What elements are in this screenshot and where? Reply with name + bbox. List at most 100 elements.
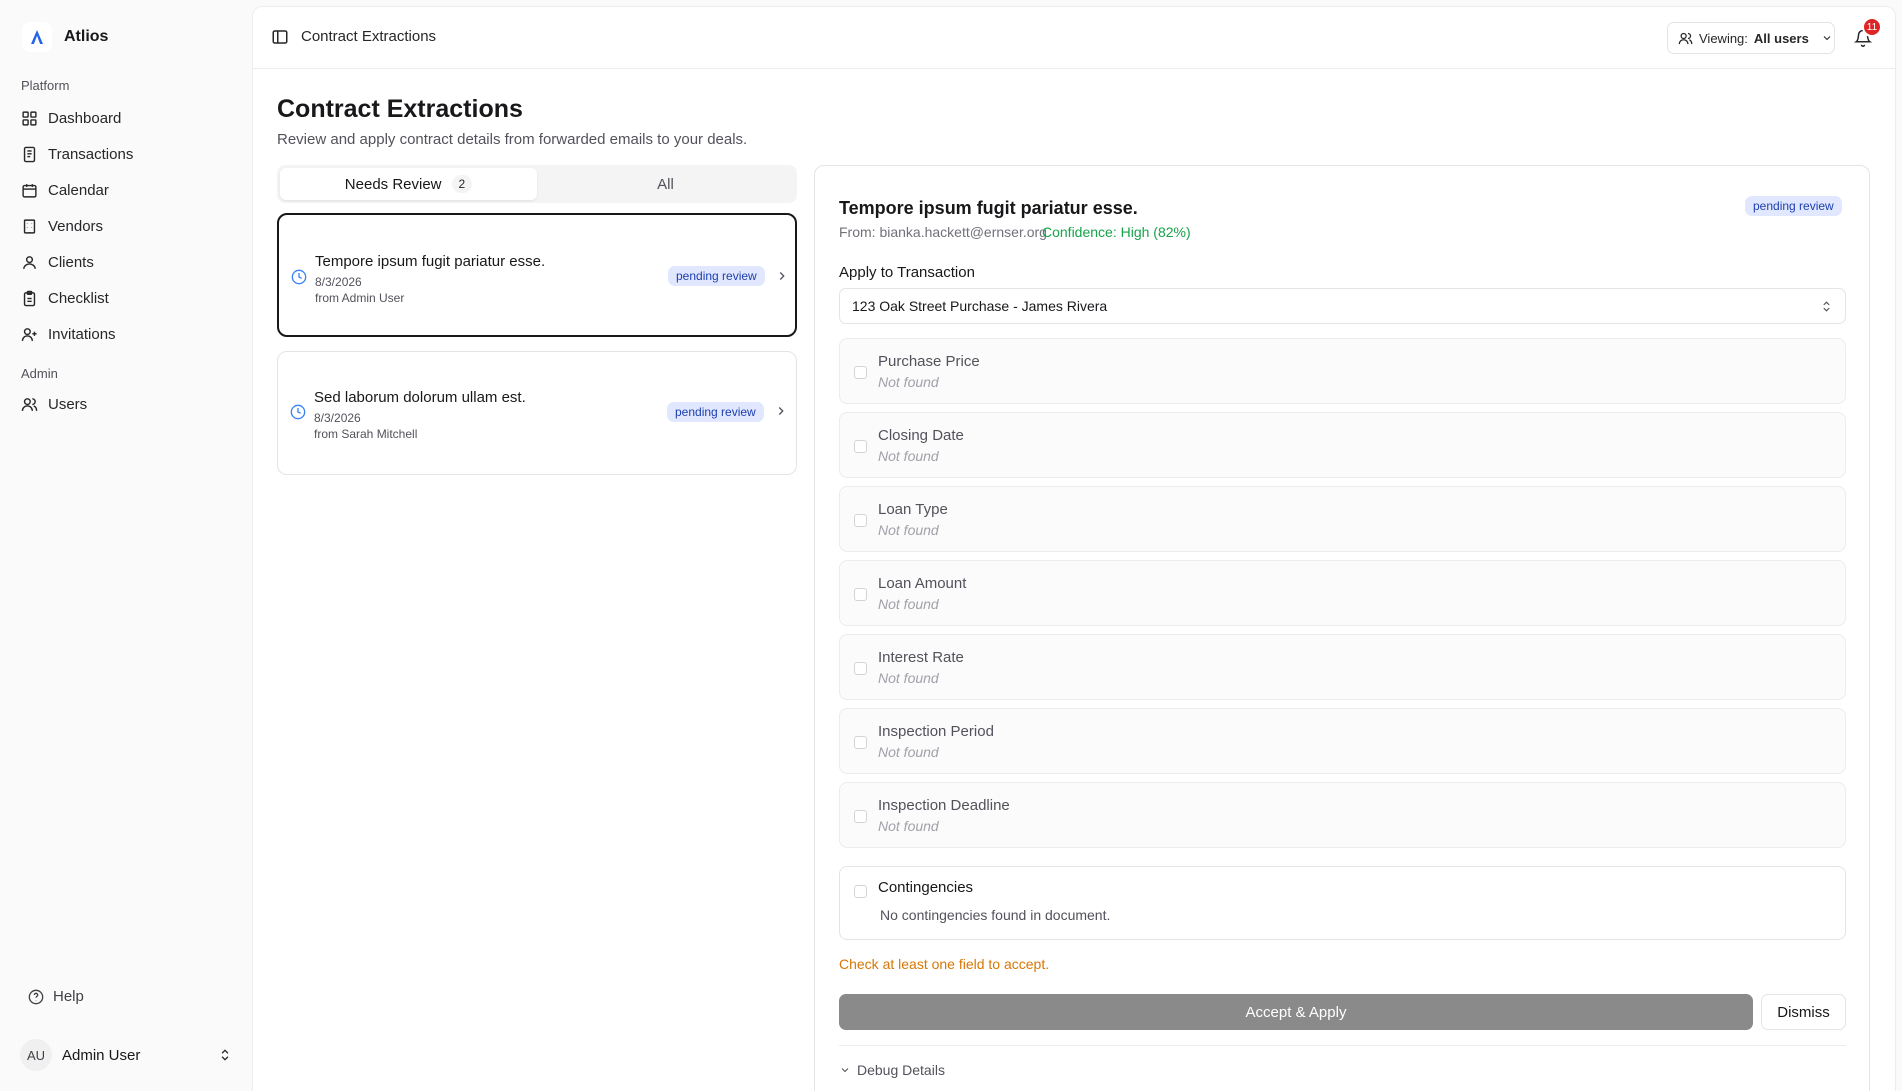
sidebar-item-label: Vendors [48,217,104,235]
chevron-right-icon [778,407,784,415]
page-title: Contract Extractions [277,95,523,123]
detail-title: Tempore ipsum fugit pariatur esse. [839,198,1138,218]
user-menu[interactable]: AU Admin User [20,1038,232,1072]
transaction-select-value: 123 Oak Street Purchase - James Rivera [852,298,1108,314]
brand-name: Atlios [64,28,109,45]
dashboard-icon [22,110,37,126]
tab-label: Needs Review [344,175,442,193]
dismiss-button[interactable]: Dismiss [1761,994,1846,1030]
clipboard-icon [23,290,36,306]
contingencies-label: Contingencies [878,879,974,896]
field-value: Not found [878,670,939,686]
help-link[interactable]: Help [28,988,84,1005]
user-name: Admin User [62,1046,141,1064]
contingencies-checkbox[interactable] [854,885,867,898]
detail-from: From: bianka.hackett@ernser.org [839,224,1047,240]
chevrons-up-down-icon [1823,301,1830,312]
validation-warning: Check at least one field to accept. [839,956,1050,972]
clock-icon [290,404,306,420]
review-tabs: Needs Review 2 All [277,165,797,203]
sidebar-item-label: Invitations [48,325,116,343]
field-label: Inspection Period [878,723,994,740]
card-from: from Sarah Mitchell [314,427,418,441]
field-purchase-price: Purchase Price Not found [839,338,1846,404]
admin-section-label: Admin [21,366,58,381]
sidebar-toggle-icon[interactable] [271,28,289,46]
divider [839,1045,1846,1046]
sidebar-item-label: Dashboard [48,109,122,127]
field-checkbox[interactable] [854,588,867,601]
brand[interactable]: Atlios [22,22,108,52]
notification-badge: 11 [1862,17,1882,37]
platform-nav: Dashboard Transactions Calendar Vendors … [14,100,242,352]
field-value: Not found [878,374,939,390]
users-icon [1678,32,1693,44]
help-circle-icon [28,989,44,1004]
sidebar-item-calendar[interactable]: Calendar [14,172,242,208]
sidebar-item-transactions[interactable]: Transactions [14,136,242,172]
accept-apply-button[interactable]: Accept & Apply [839,994,1753,1030]
field-value: Not found [878,744,939,760]
field-interest-rate: Interest Rate Not found [839,634,1846,700]
clock-icon [291,269,307,285]
field-checkbox[interactable] [854,736,867,749]
sidebar-item-clients[interactable]: Clients [14,244,242,280]
field-label: Closing Date [878,427,964,444]
field-checkbox[interactable] [854,810,867,823]
user-icon [23,255,36,269]
tab-count-badge: 2 [451,175,473,193]
field-checkbox[interactable] [854,662,867,675]
field-label: Loan Type [878,501,948,518]
topbar: Contract Extractions Viewing: All users … [253,7,1895,69]
confidence-indicator: Confidence: High (82%) [1042,224,1191,240]
chevron-down-icon [1823,36,1831,41]
user-plus-icon [21,327,37,341]
field-inspection-period: Inspection Period Not found [839,708,1846,774]
apply-transaction-label: Apply to Transaction [839,264,975,281]
debug-label: Debug Details [857,1062,945,1078]
avatar: AU [20,1039,52,1071]
tab-needs-review[interactable]: Needs Review 2 [280,168,537,200]
extraction-detail: Tempore ipsum fugit pariatur esse. pendi… [814,165,1870,1091]
extraction-card[interactable]: Tempore ipsum fugit pariatur esse. 8/3/2… [277,213,797,337]
calendar-icon [22,183,37,198]
sidebar: Atlios Platform Dashboard Transactions C… [0,0,252,1091]
platform-section-label: Platform [21,78,70,93]
sidebar-item-dashboard[interactable]: Dashboard [14,100,242,136]
field-checkbox[interactable] [854,440,867,453]
card-from: from Admin User [315,291,405,305]
extraction-card[interactable]: Sed laborum dolorum ullam est. 8/3/2026 … [277,351,797,475]
field-loan-type: Loan Type Not found [839,486,1846,552]
sidebar-item-checklist[interactable]: Checklist [14,280,242,316]
sidebar-item-invitations[interactable]: Invitations [14,316,242,352]
breadcrumb: Contract Extractions [301,28,437,45]
status-badge: pending review [667,402,764,422]
sidebar-item-vendors[interactable]: Vendors [14,208,242,244]
tab-all[interactable]: All [537,168,794,200]
field-closing-date: Closing Date Not found [839,412,1846,478]
card-title: Sed laborum dolorum ullam est. [314,389,526,406]
status-badge: pending review [1745,196,1842,216]
debug-details-toggle[interactable]: Debug Details [839,1062,945,1078]
field-value: Not found [878,522,939,538]
sidebar-item-users[interactable]: Users [14,386,242,422]
admin-nav: Users [14,386,242,422]
viewing-selector[interactable]: Viewing: All users [1667,22,1835,54]
main-panel: Contract Extractions Viewing: All users … [252,6,1896,1091]
viewing-label: Viewing: [1699,30,1748,46]
chevrons-up-down-icon [221,1049,229,1061]
field-value: Not found [878,448,939,464]
users-icon [21,397,38,411]
field-label: Interest Rate [878,649,964,666]
contingencies-text: No contingencies found in document. [880,907,1111,923]
field-checkbox[interactable] [854,514,867,527]
atlios-logo-icon [22,22,52,52]
sidebar-item-label: Transactions [48,145,134,163]
transaction-select[interactable]: 123 Oak Street Purchase - James Rivera [839,288,1846,324]
contingencies-section: Contingencies No contingencies found in … [839,866,1846,940]
sidebar-item-label: Clients [48,253,94,271]
field-checkbox[interactable] [854,366,867,379]
chevron-right-icon [779,272,785,280]
page-subtitle: Review and apply contract details from f… [277,131,748,148]
field-label: Inspection Deadline [878,797,1010,814]
